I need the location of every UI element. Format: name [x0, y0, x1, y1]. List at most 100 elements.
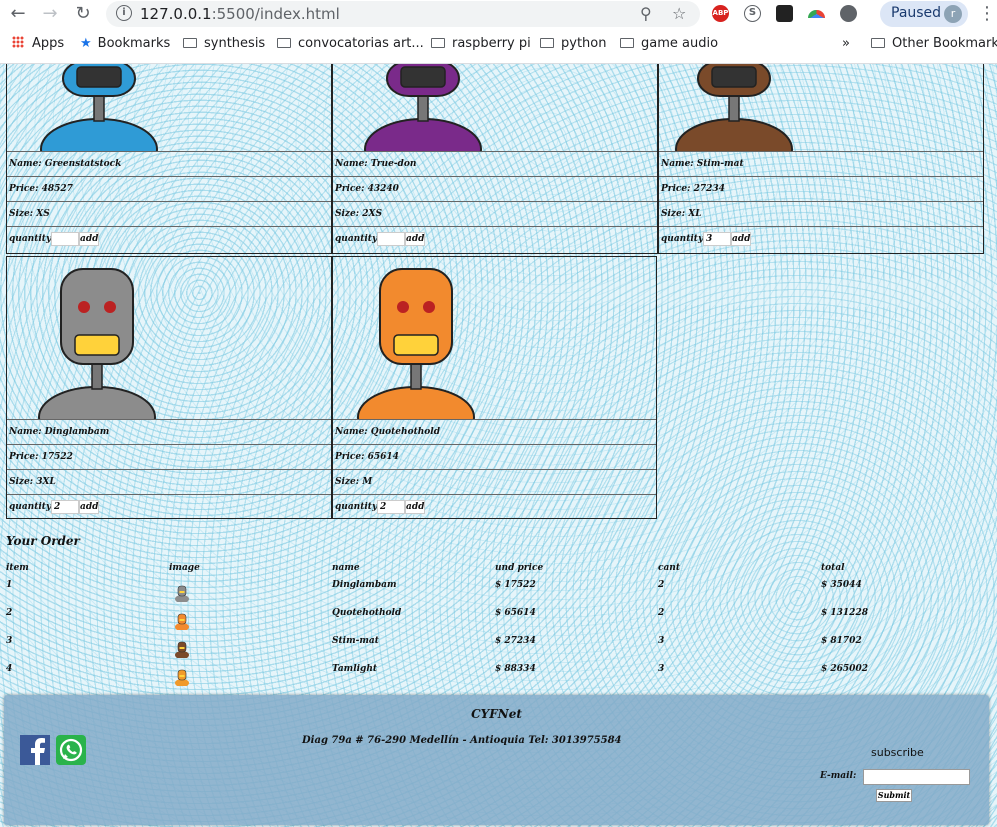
folder-icon	[540, 38, 554, 48]
quantity-label: quantity	[335, 234, 378, 244]
robot-orange-icon	[333, 257, 656, 419]
order-cell-item: 1	[6, 580, 13, 590]
order-item-thumbnail	[175, 640, 189, 659]
footer: CYFNet Diag 79a # 76-290 Medellín - Anti…	[4, 695, 989, 825]
product-price: Price: 43240	[333, 176, 657, 200]
add-button[interactable]: add	[79, 232, 99, 246]
quantity-input[interactable]	[51, 232, 79, 246]
order-cell-total: $ 35044	[821, 580, 862, 590]
product-name: Name: True-don	[333, 151, 657, 175]
site-info-icon[interactable]: i	[116, 5, 132, 21]
rainbow-extension-icon[interactable]	[808, 10, 825, 18]
quantity-label: quantity	[661, 234, 704, 244]
apps-grid-icon	[12, 36, 24, 48]
product-name: Name: Dinglambam	[7, 419, 331, 443]
bookmark-other-bookmarks[interactable]: Other Bookmarks	[871, 36, 997, 51]
quantity-input[interactable]: 2	[51, 500, 79, 514]
bookmark-folder-convocatorias[interactable]: convocatorias art...	[277, 36, 424, 51]
footer-brand: CYFNet	[471, 707, 522, 721]
quantity-label: quantity	[9, 234, 52, 244]
adblock-plus-icon[interactable]: ABP	[712, 5, 729, 22]
order-header: total	[821, 563, 845, 573]
screenshot-extension-icon[interactable]	[776, 5, 793, 22]
product-card: Name: Stim-mat Price: 27234 Size: XL quanti…	[658, 64, 984, 254]
quantity-input[interactable]: 3	[703, 232, 731, 246]
email-field[interactable]	[863, 769, 970, 785]
order-header: name	[332, 563, 360, 573]
url-host: 127.0.0.1	[140, 5, 212, 23]
bookmark-label: synthesis	[204, 36, 266, 51]
profile-button[interactable]: Paused r	[880, 1, 968, 27]
back-icon[interactable]: ←	[7, 3, 29, 25]
avatar: r	[944, 5, 962, 23]
subscribe-heading: subscribe	[871, 746, 924, 759]
extension-circle-icon[interactable]	[840, 5, 857, 22]
submit-button[interactable]: Submit	[876, 789, 912, 802]
product-price: Price: 17522	[7, 444, 331, 468]
bookmark-folder-raspberry-pi[interactable]: raspberry pi	[431, 36, 531, 51]
folder-icon	[277, 38, 291, 48]
bookmark-folder-python[interactable]: python	[540, 36, 606, 51]
whatsapp-icon[interactable]	[56, 735, 86, 765]
robot-purple-icon	[333, 64, 657, 151]
product-size: Size: 2XS	[333, 201, 657, 225]
facebook-icon[interactable]	[20, 735, 50, 765]
add-button[interactable]: add	[405, 232, 425, 246]
order-cell-name: Quotehothold	[332, 608, 402, 618]
robot-gray-icon	[7, 257, 331, 419]
product-card: Name: Greenstatstock Price: 48527 Size: XS…	[6, 64, 332, 254]
order-cell-name: Dinglambam	[332, 580, 397, 590]
quantity-input[interactable]: 2	[377, 500, 405, 514]
quantity-input[interactable]	[377, 232, 405, 246]
order-header: cant	[658, 563, 681, 573]
forward-icon[interactable]: →	[39, 3, 61, 25]
product-price: Price: 48527	[7, 176, 331, 200]
order-cell-total: $ 265002	[821, 664, 868, 674]
url-text[interactable]: 127.0.0.1:5500/index.html	[140, 5, 340, 23]
zoom-icon[interactable]: ⚲	[640, 4, 652, 23]
bookmarks-overflow-button[interactable]: »	[842, 36, 850, 51]
order-cell-cant: 2	[658, 608, 665, 618]
order-cell-total: $ 81702	[821, 636, 862, 646]
quantity-label: quantity	[9, 502, 52, 512]
quantity-row: quantity 2 add	[7, 494, 331, 520]
order-cell-cant: 3	[658, 664, 665, 674]
address-bar[interactable]: i 127.0.0.1:5500/index.html ⚲ ☆	[106, 1, 700, 27]
order-item-thumbnail	[175, 668, 189, 687]
email-label: E-mail:	[820, 771, 857, 781]
reload-icon[interactable]: ↻	[72, 3, 94, 25]
product-price: Price: 27234	[659, 176, 983, 200]
product-size: Size: XL	[659, 201, 983, 225]
order-cell-price: $ 27234	[495, 636, 536, 646]
order-cell-cant: 3	[658, 636, 665, 646]
order-header: image	[169, 563, 200, 573]
bookmark-folder-game-audio[interactable]: game audio	[620, 36, 718, 51]
order-header: und price	[495, 563, 544, 573]
page-content: Name: Greenstatstock Price: 48527 Size: XS…	[0, 64, 997, 827]
robot-brown-icon	[659, 64, 983, 151]
order-cell-name: Tamlight	[332, 664, 378, 674]
order-cell-price: $ 88334	[495, 664, 536, 674]
browser-chrome: ← → ↻ i 127.0.0.1:5500/index.html ⚲ ☆ AB…	[0, 0, 997, 64]
order-item-thumbnail	[175, 612, 189, 631]
bookmark-apps[interactable]: Apps	[12, 36, 64, 51]
url-path: :5500/index.html	[211, 5, 340, 23]
bookmark-bookmarks[interactable]: ★ Bookmarks	[80, 36, 170, 51]
bookmark-label: python	[561, 36, 607, 51]
footer-address: Diag 79a # 76-290 Medellín - Antioquia T…	[302, 735, 622, 746]
bookmark-folder-synthesis[interactable]: synthesis	[183, 36, 265, 51]
product-name: Name: Quotehothold	[333, 419, 656, 443]
product-size: Size: M	[333, 469, 656, 493]
bookmark-label: convocatorias art...	[298, 36, 424, 51]
quantity-label: quantity	[335, 502, 378, 512]
skype-icon[interactable]: S	[744, 5, 761, 22]
add-button[interactable]: add	[79, 500, 99, 514]
star-icon: ★	[80, 36, 92, 51]
add-button[interactable]: add	[731, 232, 751, 246]
folder-icon	[183, 38, 197, 48]
browser-menu-icon[interactable]: ⋮	[978, 3, 996, 24]
bookmark-star-icon[interactable]: ☆	[672, 4, 686, 23]
add-button[interactable]: add	[405, 500, 425, 514]
quantity-row: quantity 3 add	[659, 226, 983, 255]
bookmark-bookmarks-label: Bookmarks	[97, 36, 171, 51]
